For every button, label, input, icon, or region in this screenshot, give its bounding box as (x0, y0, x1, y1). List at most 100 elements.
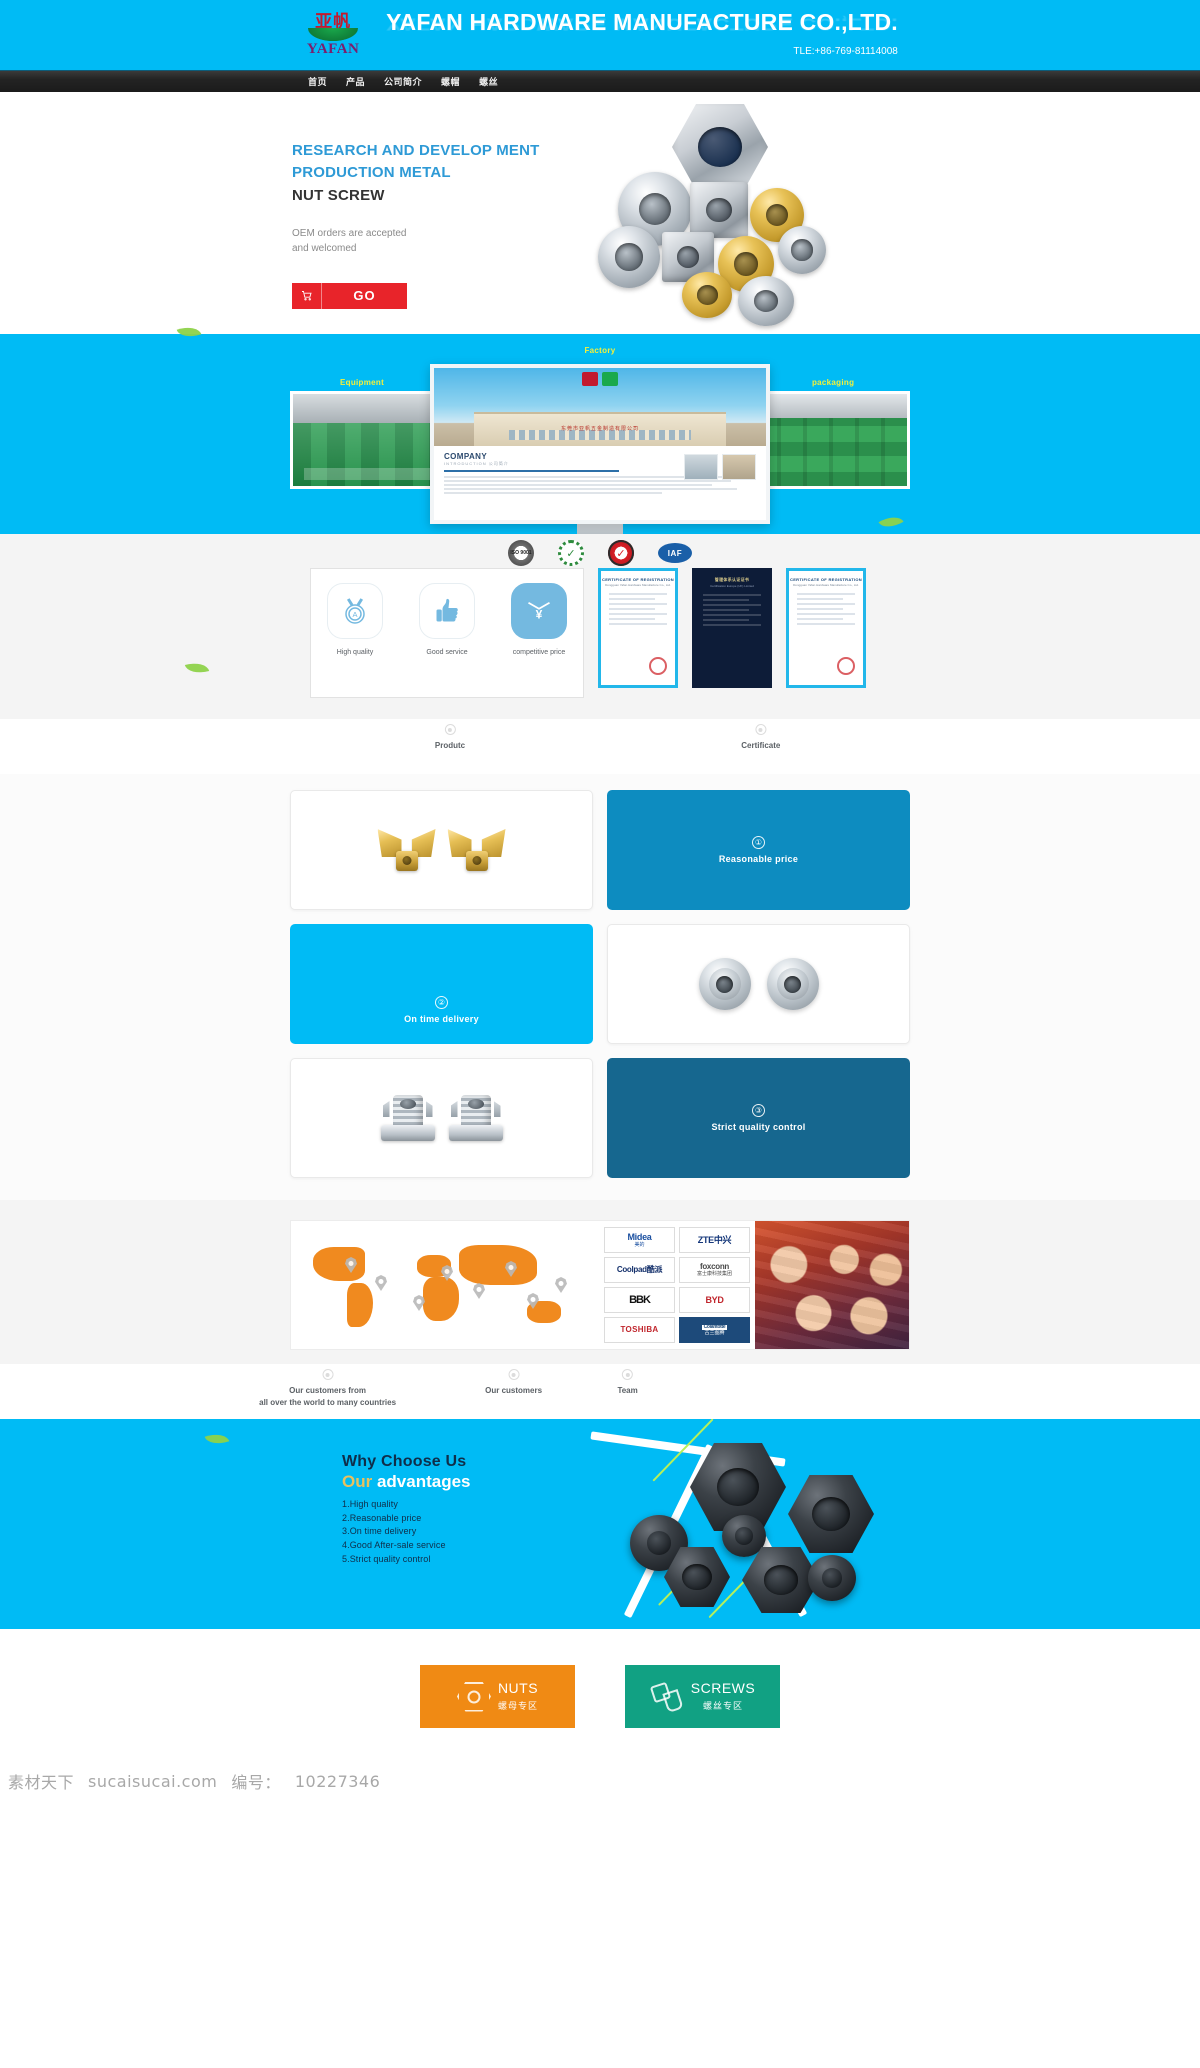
certificate-image-2[interactable]: 管理体系认证证书 Certification Europe (UK) Limit… (692, 568, 772, 688)
map-pin[interactable] (555, 1277, 567, 1293)
brand-logo-zte[interactable]: ZTE中兴 (679, 1227, 750, 1253)
brand-logo-foxconn[interactable]: foxconn 富士康科技集团 (679, 1257, 750, 1283)
feature-title-on-time-delivery: On time delivery (404, 1014, 479, 1025)
caption-dot-icon (444, 724, 456, 735)
map-pin[interactable] (375, 1275, 387, 1291)
hero-nut-artwork (540, 104, 826, 334)
product-card-tee-nut[interactable] (290, 1058, 593, 1178)
company-logo[interactable]: 亚帆 YAFAN (302, 7, 364, 63)
company-telephone: TLE:+86-769-81114008 (793, 46, 898, 57)
map-pin[interactable] (473, 1283, 485, 1299)
brand-name-midea: Midea (627, 1231, 652, 1242)
trust-item-competitive-price[interactable]: ¥ competitive price (503, 583, 575, 656)
trust-item-good-service[interactable]: Good service (411, 583, 483, 656)
header-inner: 亚帆 YAFAN YAFAN HARDWARE MANUFACTURE CO.,… (302, 7, 898, 63)
nav-item-nuts[interactable]: 螺帽 (441, 75, 460, 88)
tee-nut-a (380, 1095, 435, 1141)
caption-dot-icon (322, 1369, 334, 1380)
brand-name-midea-cn: 美的 (634, 1241, 645, 1248)
caption-team-label: Team (617, 1386, 638, 1395)
factory-label-equipment: Equipment (340, 378, 385, 387)
certificate-seal-icon (649, 657, 667, 675)
certificate-images: CERTIFICATE OF REGISTRATION Dongguan Yaf… (598, 568, 866, 688)
certificate-title-1: CERTIFICATE OF REGISTRATION (602, 577, 674, 582)
product-card-flange-nut[interactable] (607, 924, 910, 1044)
nav-item-screws[interactable]: 螺丝 (479, 75, 498, 88)
nuts-button-cn: 螺母专区 (497, 1702, 538, 1712)
brand-logo-midea[interactable]: Midea 美的 (604, 1227, 675, 1253)
advantage-item-3: 3.On time delivery (342, 1526, 417, 1537)
black-round-nut-3 (808, 1555, 856, 1601)
category-button-row: NUTS 螺母专区 SCREWS 螺丝专区 (0, 1665, 1200, 1728)
customers-section: Midea 美的 ZTE中兴 Coolpad酷派 foxconn 富士康科技集团… (0, 1200, 1200, 1415)
nav-item-home[interactable]: 首页 (308, 75, 327, 88)
why-choose-us-section: Why Choose Us Our advantages 1.High qual… (0, 1419, 1200, 1629)
feature-card-reasonable-price[interactable]: ① Reasonable price (607, 790, 910, 910)
screws-button-cn: 螺丝专区 (702, 1702, 743, 1712)
product-feature-grid-section: ① Reasonable price ② On time delivery ③ … (0, 774, 1200, 1200)
trust-value-card: A High quality Good service ¥ competitiv… (310, 568, 584, 698)
caption-product-label: Produtc (434, 741, 466, 750)
site-header: 亚帆 YAFAN YAFAN HARDWARE MANUFACTURE CO.,… (0, 0, 1200, 70)
trust-certificate-section: ISO 9001 ✓ ✓ IAF A High quality Good ser… (0, 534, 1200, 719)
main-navigation[interactable]: 首页 产品 公司简介 螺帽 螺丝 (0, 70, 1200, 92)
factory-label-packaging: packaging (812, 378, 855, 387)
caption-certificate-label: Certificate (741, 741, 781, 750)
hero-subtext-line2: and welcomed (292, 243, 357, 254)
feature-number-1: ① (752, 836, 765, 849)
nav-item-about[interactable]: 公司简介 (384, 75, 422, 88)
certificate-image-3[interactable]: CERTIFICATE OF REGISTRATION Dongguan Yaf… (786, 568, 866, 688)
trust-item-high-quality[interactable]: A High quality (319, 583, 391, 656)
leaf-decoration-icon (204, 1429, 230, 1449)
square-cage-nut (690, 182, 748, 238)
caption-our-customers: Our customers (485, 1369, 542, 1397)
certificate-title-3: CERTIFICATE OF REGISTRATION (790, 577, 862, 582)
brass-flange-nut-3 (682, 272, 732, 318)
map-region-south-america (347, 1283, 373, 1327)
brand-logo-colantotte[interactable]: Colantotte 古兰图腾 (679, 1317, 750, 1343)
why-choose-us-copy: Why Choose Us Our advantages 1.High qual… (342, 1453, 471, 1566)
nav-item-products[interactable]: 产品 (346, 75, 365, 88)
customers-panel: Midea 美的 ZTE中兴 Coolpad酷派 foxconn 富士康科技集团… (290, 1220, 910, 1350)
brand-logo-byd[interactable]: BYD (679, 1287, 750, 1313)
svg-text:A: A (352, 610, 357, 619)
brand-logo-bbk[interactable]: BBK (604, 1287, 675, 1313)
screws-category-button[interactable]: SCREWS 螺丝专区 (625, 1665, 780, 1728)
money-envelope-icon: ¥ (511, 583, 567, 639)
leaf-decoration-icon (184, 659, 210, 677)
category-buttons-section: NUTS 螺母专区 SCREWS 螺丝专区 (0, 1629, 1200, 1762)
feature-title-strict-quality-control: Strict quality control (711, 1122, 806, 1132)
leaf-decoration-icon (878, 511, 904, 533)
monitor-screen[interactable]: 东莞市亚帆五金制造有限公司 COMPANY INTRODUCTION 公司简介 (430, 364, 770, 524)
certificate-image-1[interactable]: CERTIFICATE OF REGISTRATION Dongguan Yaf… (598, 568, 678, 688)
wing-nut-artwork (377, 829, 506, 871)
trust-items: A High quality Good service ¥ competitiv… (311, 569, 583, 656)
feature-card-on-time-delivery[interactable]: ② On time delivery (290, 924, 593, 1044)
brand-logo-coolpad[interactable]: Coolpad酷派 (604, 1257, 675, 1283)
why-subtitle-accent: Our (342, 1472, 373, 1491)
iso-badge-icon: ISO 9001 (508, 540, 534, 566)
brand-name-bbk: BBK (629, 1293, 651, 1306)
banner-chinese-text: 东莞市亚帆五金制造有限公司 (560, 426, 640, 432)
map-region-asia (459, 1245, 537, 1285)
screw-icon (649, 1681, 684, 1713)
hero-banner: RESEARCH AND DEVELOP MENT PRODUCTION MET… (0, 92, 1200, 334)
brand-name-colantotte-cn: 古兰图腾 (704, 1329, 725, 1336)
why-subtitle-rest: advantages (376, 1472, 471, 1491)
monitor-page-body: COMPANY INTRODUCTION 公司简介 (434, 446, 766, 520)
brand-logo-toshiba[interactable]: TOSHIBA (604, 1317, 675, 1343)
nuts-category-button[interactable]: NUTS 螺母专区 (420, 1665, 575, 1728)
caption-our-customers-label: Our customers (485, 1386, 543, 1395)
go-button[interactable]: GO (292, 282, 407, 309)
section-caption-row-1: Produtc Certificate (0, 719, 1200, 774)
feature-card-strict-quality-control[interactable]: ③ Strict quality control (607, 1058, 910, 1178)
flange-nut-1 (698, 958, 751, 1010)
product-card-wing-nut[interactable] (290, 790, 593, 910)
team-photo[interactable] (755, 1221, 909, 1349)
watermark-footer: 素材天下 sucaisucai.com 编号： 10227346 (0, 1762, 1200, 1800)
tee-nut-2 (598, 226, 660, 288)
map-region-africa (423, 1277, 459, 1321)
world-map (291, 1221, 599, 1349)
hex-nylon-nut (672, 104, 768, 190)
quality-medal-icon: A (327, 583, 383, 639)
